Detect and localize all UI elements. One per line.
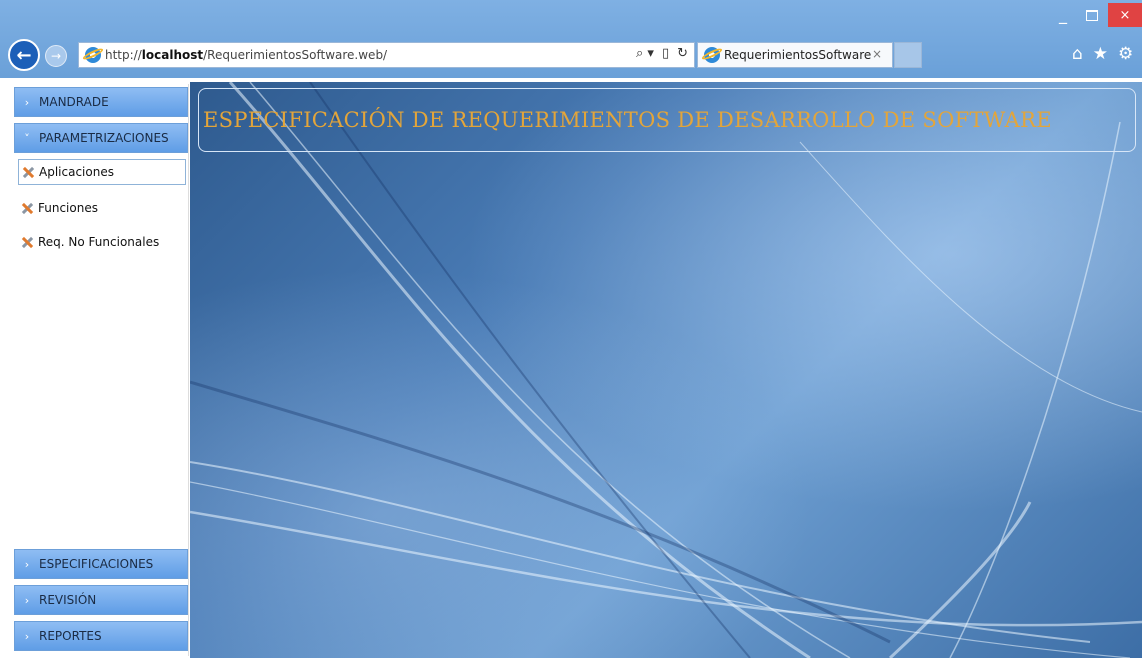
url-scheme: http:// (105, 48, 142, 62)
settings-gear-icon[interactable]: ⚙ (1118, 44, 1133, 64)
chevron-right-icon: › (24, 629, 30, 643)
address-url: http://localhost/RequerimientosSoftware.… (105, 48, 387, 62)
tab-title: RequerimientosSoftware (724, 48, 872, 62)
search-icon[interactable]: ⌕ ▾ (636, 46, 654, 61)
accordion-header-mandrade[interactable]: › MANDRADE (14, 87, 188, 117)
tab-ie-icon (704, 47, 720, 63)
url-host: localhost (141, 48, 204, 62)
minimize-button[interactable]: _ (1050, 3, 1076, 27)
browser-right-icons: ⌂ ★ ⚙ (1072, 44, 1133, 64)
accordion-header-label: ESPECIFICACIONES (39, 557, 154, 571)
accordion-header-parametrizaciones[interactable]: ˅ PARAMETRIZACIONES (14, 123, 188, 153)
accordion-header-label: MANDRADE (39, 95, 109, 109)
main-content: ESPECIFICACIÓN DE REQUERIMIENTOS DE DESA… (190, 82, 1142, 658)
chevron-right-icon: › (24, 95, 30, 109)
sidebar-item-label: Funciones (38, 201, 98, 215)
sidebar-item-aplicaciones[interactable]: Aplicaciones (18, 159, 186, 185)
sidebar-item-label: Aplicaciones (39, 165, 114, 179)
tools-icon (20, 201, 34, 215)
background-waves (190, 82, 1142, 658)
address-bar[interactable]: http://localhost/RequerimientosSoftware.… (78, 42, 695, 68)
url-path: /RequerimientosSoftware.web/ (203, 48, 388, 62)
chevron-right-icon: › (24, 593, 30, 607)
compatibility-icon[interactable]: ▯ (662, 46, 669, 61)
home-icon[interactable]: ⌂ (1072, 44, 1083, 64)
sidebar-item-funciones[interactable]: Funciones (18, 195, 186, 221)
tab-close-icon[interactable]: × (872, 47, 882, 61)
ie-icon (85, 47, 101, 63)
chevron-right-icon: › (24, 557, 30, 571)
back-arrow-icon: ← (16, 44, 32, 66)
favorites-star-icon[interactable]: ★ (1093, 44, 1108, 64)
accordion-header-label: PARAMETRIZACIONES (39, 131, 169, 145)
back-button[interactable]: ← (8, 39, 40, 71)
sidebar-item-req-no-funcionales[interactable]: Req. No Funcionales (18, 229, 186, 255)
accordion-header-reportes[interactable]: › REPORTES (14, 621, 188, 651)
accordion-header-label: REPORTES (39, 629, 102, 643)
maximize-button[interactable] (1078, 3, 1106, 27)
tab-requerimientos[interactable]: RequerimientosSoftware × (697, 42, 893, 68)
page-title: ESPECIFICACIÓN DE REQUERIMIENTOS DE DESA… (203, 108, 1052, 132)
chevron-down-icon: ˅ (24, 131, 30, 145)
tools-icon (21, 165, 35, 179)
maximize-icon (1086, 9, 1098, 21)
close-window-button[interactable]: × (1108, 3, 1142, 27)
forward-arrow-icon: → (50, 49, 62, 63)
title-banner: ESPECIFICACIÓN DE REQUERIMIENTOS DE DESA… (198, 88, 1136, 152)
browser-chrome: _ × ← → http://localhost/RequerimientosS… (0, 0, 1142, 78)
accordion-header-especificaciones[interactable]: › ESPECIFICACIONES (14, 549, 188, 579)
new-tab-button[interactable] (894, 42, 922, 68)
sidebar: › MANDRADE ˅ PARAMETRIZACIONES Aplicacio… (14, 84, 189, 656)
tools-icon (20, 235, 34, 249)
refresh-icon[interactable]: ↻ (677, 46, 688, 61)
accordion-header-label: REVISIÓN (39, 593, 97, 607)
sidebar-item-label: Req. No Funcionales (38, 235, 160, 249)
accordion-header-revision[interactable]: › REVISIÓN (14, 585, 188, 615)
address-tools: ⌕ ▾ ▯ ↻ (636, 46, 688, 61)
forward-button[interactable]: → (45, 45, 67, 67)
